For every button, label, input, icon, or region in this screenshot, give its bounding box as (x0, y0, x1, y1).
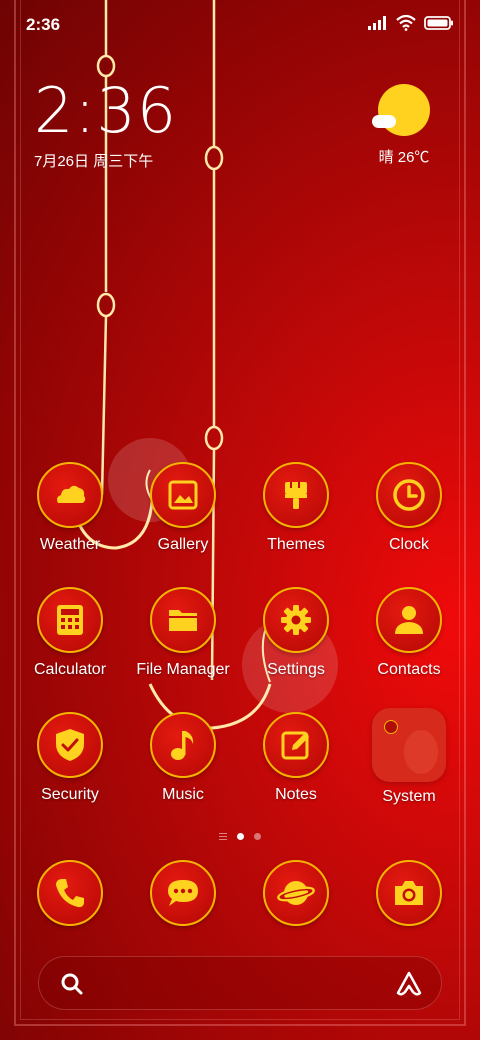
app-security[interactable]: Security (15, 712, 125, 804)
music-note-icon (171, 731, 194, 760)
folder-icon (169, 610, 197, 631)
app-weather[interactable]: Weather (15, 462, 125, 554)
app-calculator[interactable]: Calculator (15, 587, 125, 679)
status-bar: 2:36 (0, 0, 480, 50)
wifi-icon (396, 15, 416, 31)
status-time: 2:36 (26, 15, 61, 34)
clock-date: 7月26日 周三下午 (34, 153, 154, 170)
app-label: Calculator (33, 661, 107, 678)
gallery-icon (168, 480, 198, 510)
dock-browser[interactable] (241, 860, 351, 926)
camera-icon (395, 881, 423, 905)
app-file-manager[interactable]: File Manager (128, 587, 238, 679)
app-music[interactable]: Music (128, 712, 238, 804)
app-label: Themes (267, 536, 325, 553)
app-gallery[interactable]: Gallery (128, 462, 238, 554)
gear-icon (281, 605, 311, 635)
app-themes[interactable]: Themes (241, 462, 351, 554)
page-list-icon (219, 832, 227, 840)
app-contacts[interactable]: Contacts (354, 587, 464, 679)
weather-icon (57, 485, 86, 503)
app-label: Contacts (377, 661, 441, 678)
dock-messages[interactable] (128, 860, 238, 926)
folder-icon (372, 708, 446, 782)
sunny-icon (372, 84, 430, 136)
page-dot-active (237, 832, 244, 840)
app-label: System (382, 788, 436, 805)
person-icon (395, 606, 423, 634)
dock-phone[interactable] (15, 860, 125, 926)
battery-icon (424, 16, 453, 30)
dock-camera[interactable] (354, 860, 464, 926)
app-system-folder[interactable]: System (354, 708, 464, 806)
shield-check-icon (56, 729, 84, 761)
app-settings[interactable]: Settings (241, 587, 351, 679)
app-label: File Manager (136, 661, 230, 678)
search-bar[interactable] (38, 956, 442, 1010)
planet-browser-icon (277, 881, 315, 905)
app-notes[interactable]: Notes (241, 712, 351, 804)
page-dot (254, 832, 261, 840)
page-indicator[interactable] (200, 830, 280, 842)
app-label: Gallery (157, 536, 209, 553)
app-label: Clock (388, 536, 429, 553)
app-label: Settings (267, 661, 325, 678)
phone-icon (56, 879, 84, 908)
app-clock[interactable]: Clock (354, 462, 464, 554)
weather-widget[interactable]: 晴 26℃ (364, 84, 444, 167)
clock-time: 2:36 (34, 74, 178, 147)
message-icon (168, 880, 198, 906)
clock-icon (393, 479, 425, 511)
app-label: Weather (39, 536, 101, 553)
paintbrush-icon (285, 482, 307, 509)
app-label: Music (162, 786, 204, 803)
assistant-icon[interactable] (395, 970, 423, 998)
search-icon (61, 973, 83, 995)
calculator-icon (57, 605, 83, 635)
notes-pen-icon (281, 731, 309, 760)
weather-text: 晴 26℃ (378, 149, 430, 166)
clock-widget[interactable]: 2:36 7月26日 周三下午 (34, 78, 177, 171)
signal-icon (368, 16, 386, 30)
app-label: Notes (275, 786, 317, 803)
app-label: Security (41, 786, 99, 803)
